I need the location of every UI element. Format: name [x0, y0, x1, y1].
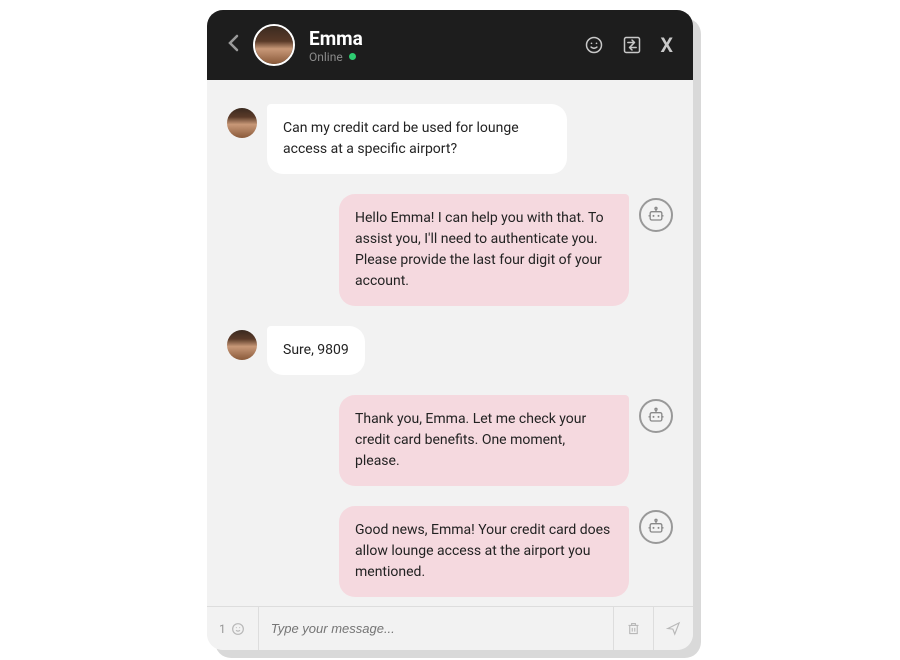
chat-input-bar: 1 [207, 606, 693, 650]
attachment-icon [230, 621, 246, 637]
close-button[interactable]: X [660, 33, 673, 57]
trash-icon [626, 621, 641, 636]
chat-header: Emma Online [207, 10, 693, 80]
message-row: Sure, 9809 [227, 326, 673, 375]
bot-avatar-icon [639, 510, 673, 544]
attachment-count: 1 [219, 622, 226, 636]
back-button[interactable] [227, 33, 239, 58]
message-row: Can my credit card be used for lounge ac… [227, 104, 673, 174]
send-icon [666, 621, 681, 636]
header-text: Emma Online [309, 27, 570, 64]
contact-avatar[interactable] [253, 24, 295, 66]
bot-avatar-icon [639, 198, 673, 232]
emoji-icon[interactable] [584, 35, 604, 55]
message-bubble: Thank you, Emma. Let me check your credi… [339, 395, 629, 486]
contact-status: Online [309, 50, 570, 64]
message-row: Thank you, Emma. Let me check your credi… [227, 395, 673, 486]
chat-window: Emma Online [207, 10, 693, 650]
user-avatar-icon [227, 330, 257, 360]
message-row: Good news, Emma! Your credit card does a… [227, 506, 673, 597]
attachment-section[interactable]: 1 [207, 607, 259, 650]
message-bubble: Hello Emma! I can help you with that. To… [339, 194, 629, 306]
message-bubble: Good news, Emma! Your credit card does a… [339, 506, 629, 597]
bot-avatar-icon [639, 399, 673, 433]
status-dot-icon [349, 53, 356, 60]
transfer-icon[interactable] [622, 35, 642, 55]
delete-section[interactable] [614, 607, 654, 650]
message-input[interactable] [271, 621, 601, 636]
header-actions: X [584, 33, 673, 57]
message-bubble: Can my credit card be used for lounge ac… [267, 104, 567, 174]
message-bubble: Sure, 9809 [267, 326, 365, 375]
chat-body[interactable]: Can my credit card be used for lounge ac… [207, 80, 693, 606]
message-row: Hello Emma! I can help you with that. To… [227, 194, 673, 306]
contact-name: Emma [309, 27, 570, 50]
message-input-section [259, 607, 614, 650]
user-avatar-icon [227, 108, 257, 138]
send-section[interactable] [654, 607, 693, 650]
status-label: Online [309, 50, 343, 64]
